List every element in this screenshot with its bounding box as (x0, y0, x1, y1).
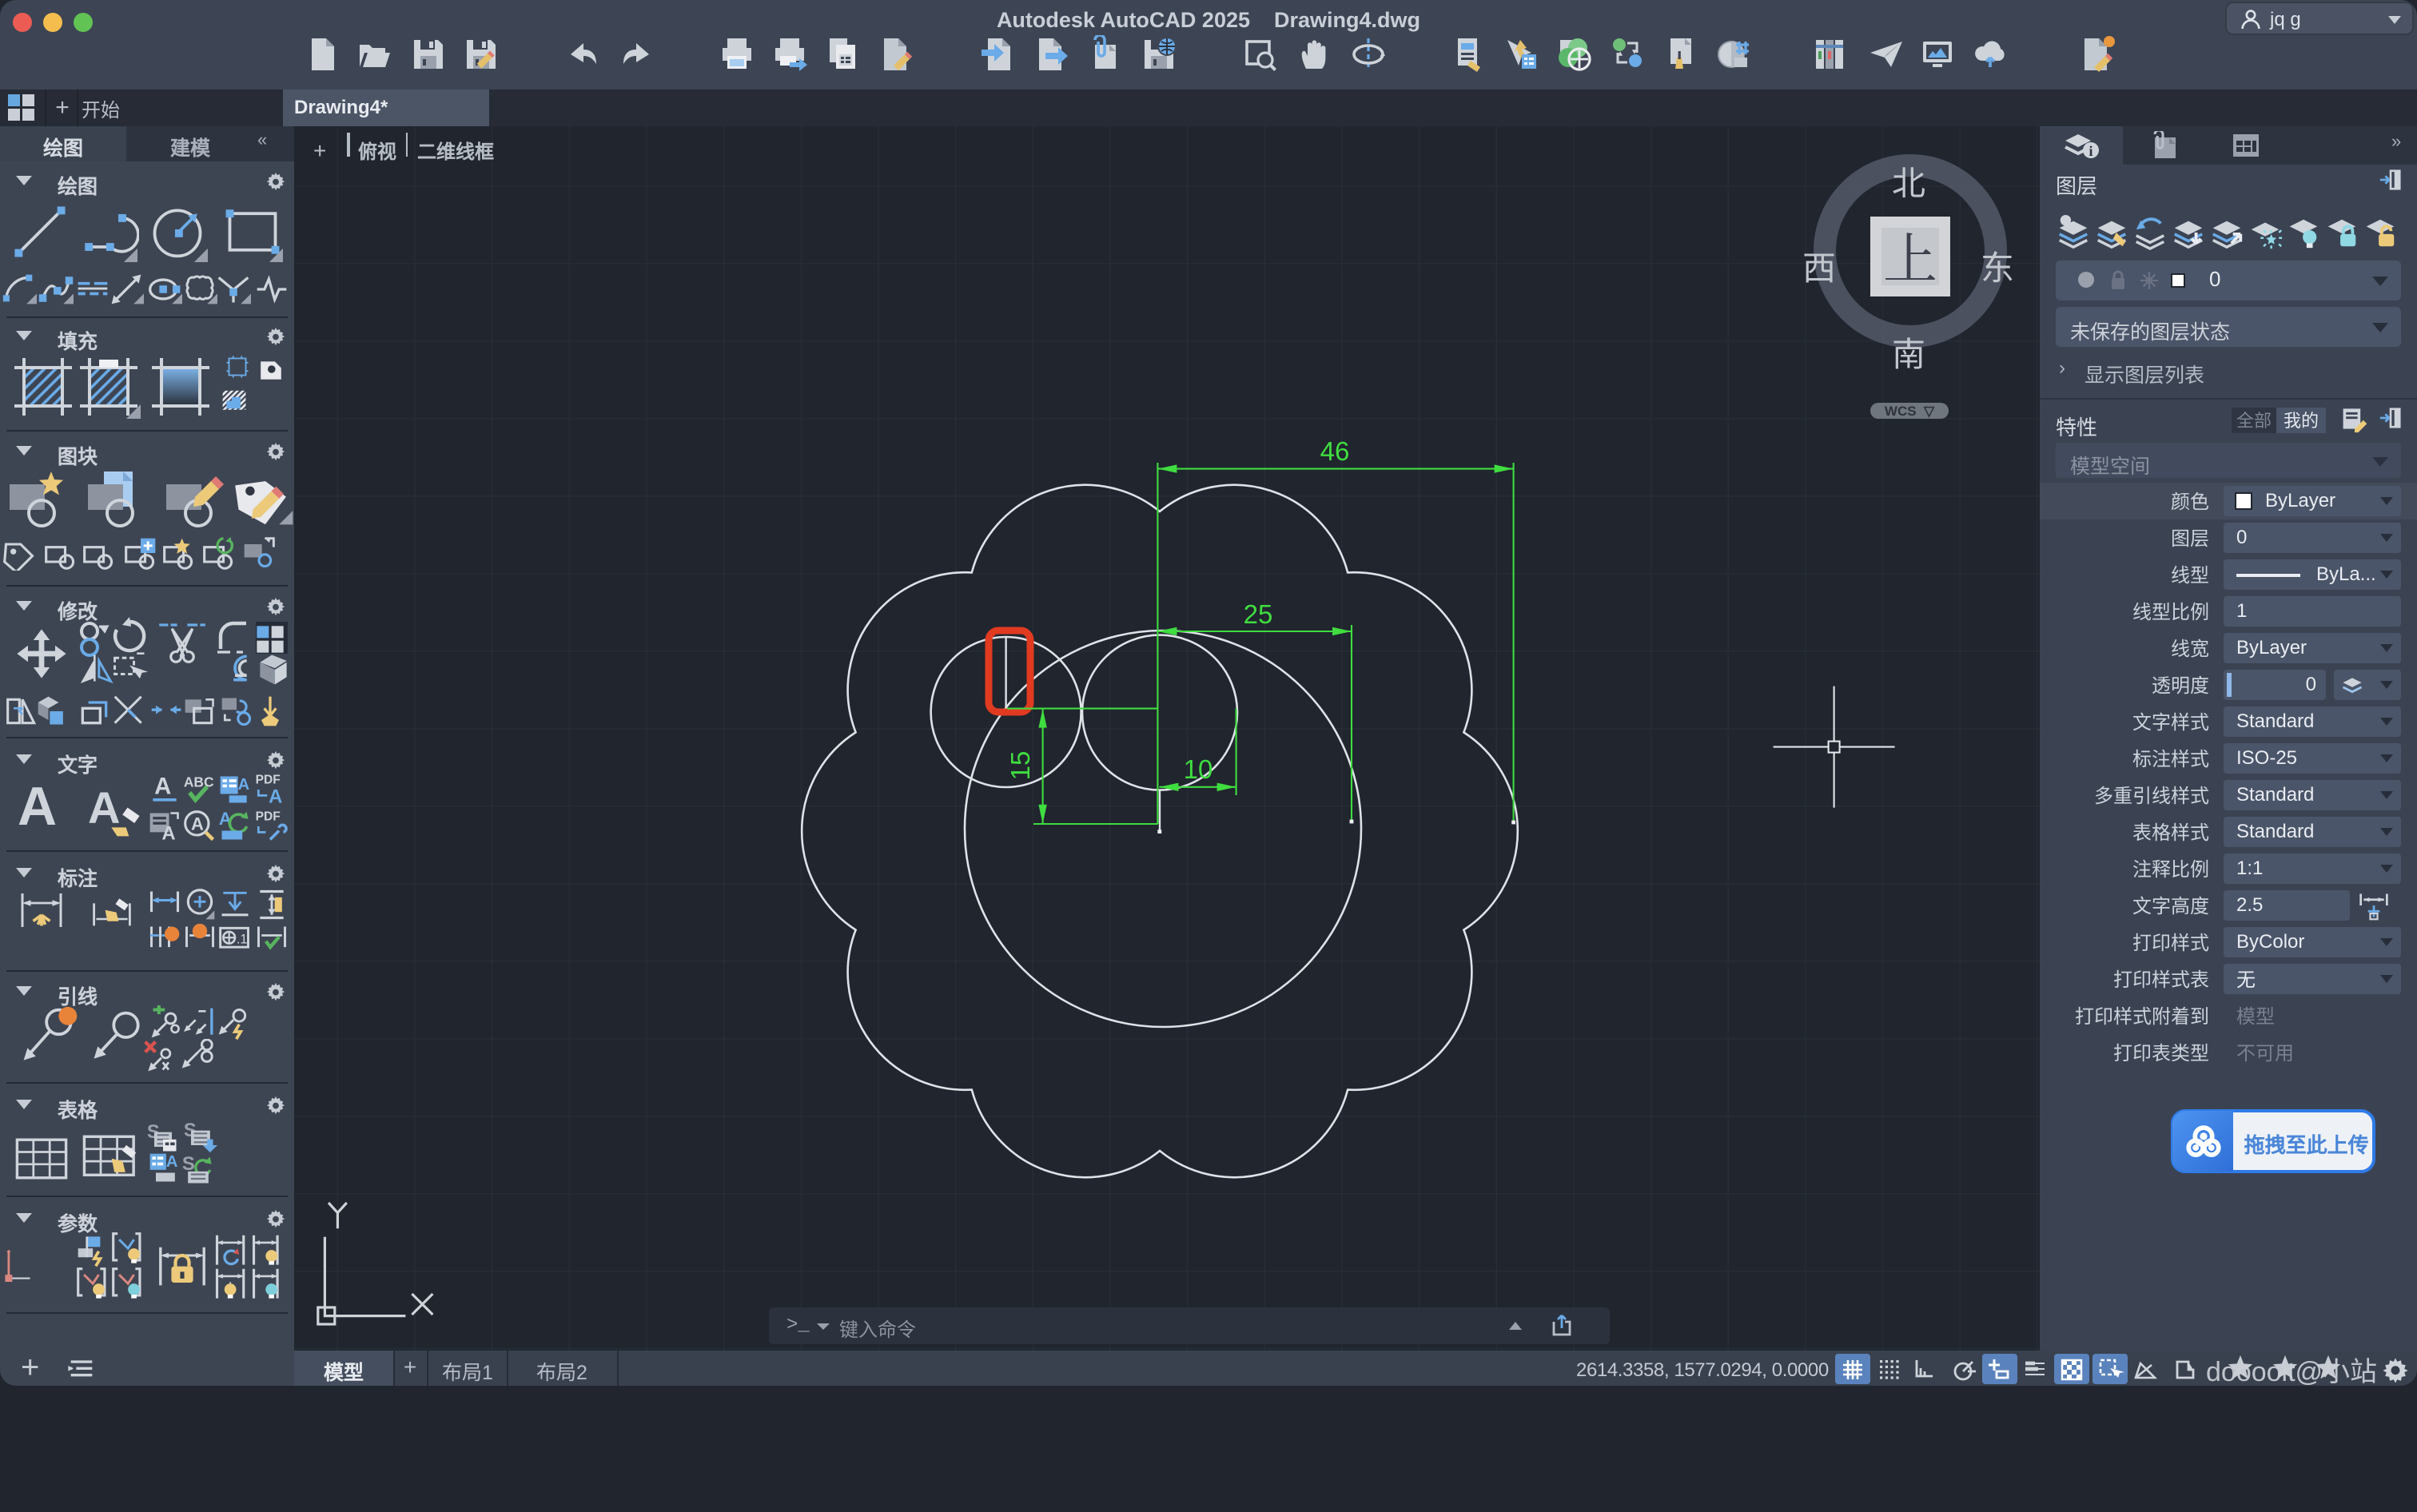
svg-text:A: A (154, 774, 171, 800)
svg-text:10: 10 (1184, 754, 1213, 784)
svg-text:A: A (166, 1154, 178, 1172)
svg-text:A: A (238, 776, 250, 794)
svg-text:15: 15 (1005, 751, 1035, 781)
svg-text:上: 上 (1882, 216, 1937, 293)
svg-text:PDF: PDF (256, 774, 281, 787)
svg-text:.1: .1 (237, 933, 248, 947)
svg-text:A: A (191, 814, 204, 834)
svg-text:A: A (269, 786, 282, 808)
svg-text:A: A (161, 823, 175, 845)
svg-text:PDF: PDF (256, 810, 281, 824)
svg-text:46: 46 (1320, 436, 1350, 466)
svg-text:i: i (2088, 143, 2092, 159)
svg-text:ABC: ABC (184, 774, 214, 790)
svg-text:25: 25 (1244, 599, 1273, 629)
